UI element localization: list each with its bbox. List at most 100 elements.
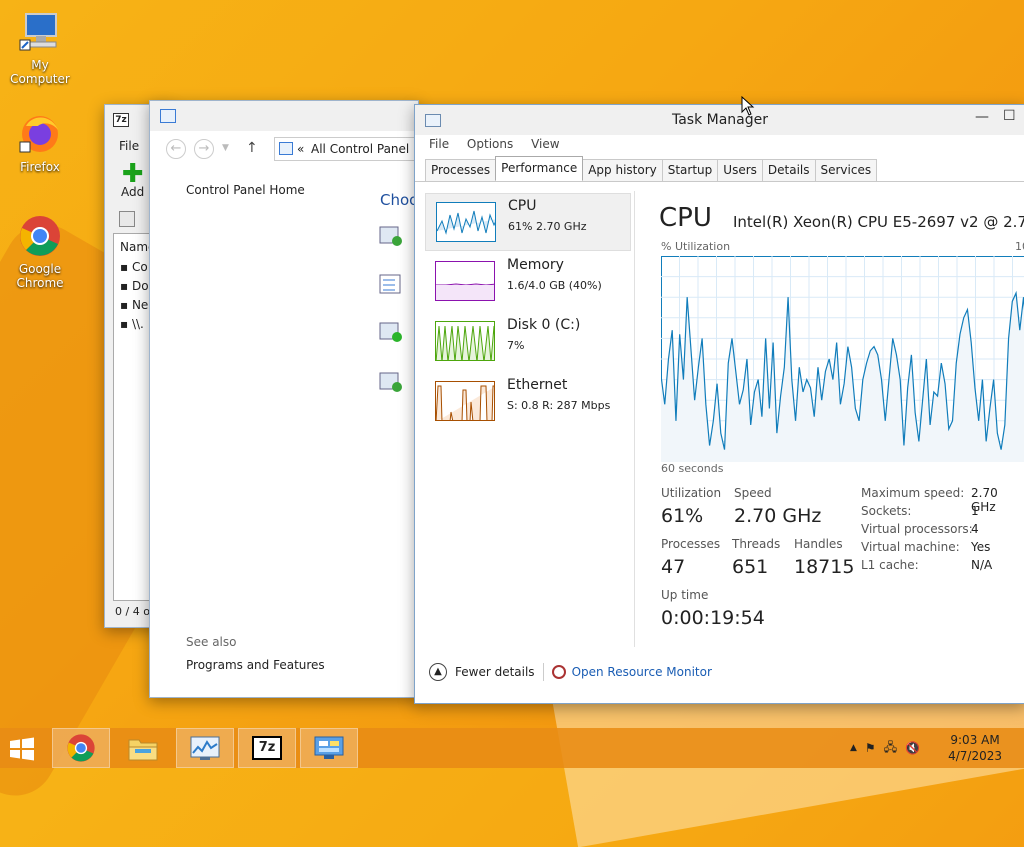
resource-subtext: 1.6/4.0 GB (40%)	[507, 279, 602, 292]
processes-value: 47	[661, 556, 685, 578]
menu-options[interactable]: Options	[467, 137, 513, 151]
task-icon[interactable]	[379, 371, 403, 393]
titlebar[interactable]: Task Manager — ☐	[415, 105, 1024, 135]
resource-subtext: 7%	[507, 339, 524, 352]
chrome-icon	[66, 733, 96, 763]
resource-ethernet[interactable]: Ethernet S: 0.8 R: 287 Mbps	[425, 373, 631, 431]
recent-dropdown-icon[interactable]: ▼	[222, 143, 229, 153]
uptime-label: Up time	[661, 588, 708, 602]
speed-label: Speed	[734, 486, 772, 500]
plus-icon: ✚	[121, 163, 144, 185]
add-button[interactable]: ✚ Add	[121, 163, 144, 199]
taskbar-chrome[interactable]	[52, 728, 110, 768]
speed-value: 2.70 GHz	[734, 505, 821, 527]
programs-and-features-link[interactable]: Programs and Features	[186, 658, 325, 672]
taskbar-task-manager[interactable]	[176, 728, 234, 768]
taskbar-control-panel[interactable]	[300, 728, 358, 768]
handles-label: Handles	[794, 537, 843, 551]
address-bar[interactable]: « All Control Panel Iter	[274, 137, 434, 161]
computer-icon	[18, 10, 62, 54]
add-button-label: Add	[121, 185, 144, 199]
window-title: Task Manager	[415, 112, 1024, 128]
menu-file[interactable]: File	[119, 139, 139, 153]
utilization-value: 61%	[661, 505, 703, 527]
resource-list: CPU 61% 2.70 GHz Memory 1.6/4.0 GB (40%)…	[425, 191, 633, 651]
list-item[interactable]: ▪ Co	[120, 260, 148, 274]
resource-cpu[interactable]: CPU 61% 2.70 GHz	[425, 193, 631, 251]
chrome-icon	[18, 214, 62, 258]
control-panel-window[interactable]: ← → ▼ ↑ « All Control Panel Iter Control…	[149, 100, 419, 698]
volume-muted-icon[interactable]: 🔇	[905, 741, 920, 755]
memory-thumbnail	[435, 261, 495, 301]
tab-performance[interactable]: Performance	[495, 156, 583, 180]
desktop-icon-my-computer[interactable]: My Computer	[0, 10, 80, 86]
network-icon[interactable]: 🖧	[884, 738, 897, 759]
control-panel-home-link[interactable]: Control Panel Home	[186, 183, 305, 197]
menu-file[interactable]: File	[429, 137, 449, 151]
list-item[interactable]: ▪ Do	[120, 279, 149, 293]
resource-disk[interactable]: Disk 0 (C:) 7%	[425, 313, 631, 371]
processes-label: Processes	[661, 537, 720, 551]
desktop-icon-label: Firefox	[0, 160, 80, 174]
status-text: 0 / 4 o	[115, 605, 150, 618]
up-folder-icon[interactable]	[119, 211, 135, 227]
list-item[interactable]: ▪ \\.	[120, 317, 144, 331]
clock[interactable]: 9:03 AM 4/7/2023	[948, 732, 1002, 764]
forward-button[interactable]: →	[194, 139, 214, 159]
checklist-icon[interactable]	[379, 273, 403, 295]
task-manager-window[interactable]: Task Manager — ☐ File Options View Proce…	[414, 104, 1024, 704]
utilization-label: Utilization	[661, 486, 721, 500]
spec-label: Virtual processors:	[861, 522, 973, 536]
show-hidden-icons-chevron-up-icon[interactable]: ▲	[850, 743, 857, 753]
spec-value: 2.70 GHz	[971, 486, 1024, 514]
utilization-axis-max: 100%	[1015, 240, 1024, 253]
fewer-details-label: Fewer details	[455, 665, 535, 679]
start-button[interactable]	[8, 736, 36, 762]
titlebar[interactable]	[150, 101, 418, 131]
resource-name: CPU	[508, 198, 536, 214]
utilization-axis-label: % Utilization	[661, 240, 730, 253]
mouse-cursor-icon	[741, 96, 755, 116]
menu-view[interactable]: View	[531, 137, 559, 151]
resource-name: Disk 0 (C:)	[507, 317, 580, 333]
play-icon[interactable]	[379, 321, 403, 343]
list-item[interactable]: ▪ Ne	[120, 298, 148, 312]
spec-label: Maximum speed:	[861, 486, 964, 500]
desktop-icon-firefox[interactable]: Firefox	[0, 112, 80, 174]
up-button[interactable]: ↑	[246, 140, 258, 156]
folder-icon	[127, 734, 159, 762]
tab-details[interactable]: Details	[762, 159, 816, 181]
taskbar-file-explorer[interactable]	[114, 728, 172, 768]
desktop-icon-chrome[interactable]: Google Chrome	[0, 214, 80, 290]
control-panel-icon	[160, 109, 176, 123]
ethernet-thumbnail	[435, 381, 495, 421]
resource-memory[interactable]: Memory 1.6/4.0 GB (40%)	[425, 253, 631, 311]
desktop-icon-label: My Computer	[0, 58, 80, 86]
spec-value: 1	[971, 504, 979, 518]
open-resource-monitor-link[interactable]: Open Resource Monitor	[552, 665, 712, 679]
task-icon[interactable]	[379, 225, 403, 247]
minimize-button[interactable]: —	[975, 109, 989, 125]
handles-value: 18715	[794, 556, 854, 578]
taskbar-7zip[interactable]: 7z	[238, 728, 296, 768]
taskbar: 7z ▲ ⚑ 🖧 🔇 9:03 AM 4/7/2023	[0, 728, 1024, 768]
tab-processes[interactable]: Processes	[425, 159, 496, 181]
clock-date: 4/7/2023	[948, 748, 1002, 764]
action-center-flag-icon[interactable]: ⚑	[865, 741, 876, 755]
spec-value: N/A	[971, 558, 992, 572]
tab-app-history[interactable]: App history	[582, 159, 663, 181]
resource-subtext: S: 0.8 R: 287 Mbps	[507, 399, 610, 412]
fewer-details-button[interactable]: ▲ Fewer details	[429, 663, 535, 681]
tab-services[interactable]: Services	[815, 159, 878, 181]
back-button[interactable]: ←	[166, 139, 186, 159]
menu-bar: File Options View	[429, 137, 574, 151]
7zip-logo-icon: 7z	[113, 113, 129, 127]
tab-startup[interactable]: Startup	[662, 159, 719, 181]
divider	[415, 181, 1024, 182]
maximize-button[interactable]: ☐	[1003, 108, 1016, 124]
tab-users[interactable]: Users	[717, 159, 763, 181]
windows-logo-icon	[8, 736, 36, 762]
spec-label: Sockets:	[861, 504, 911, 518]
breadcrumb-overflow[interactable]: «	[297, 138, 304, 160]
threads-label: Threads	[732, 537, 780, 551]
